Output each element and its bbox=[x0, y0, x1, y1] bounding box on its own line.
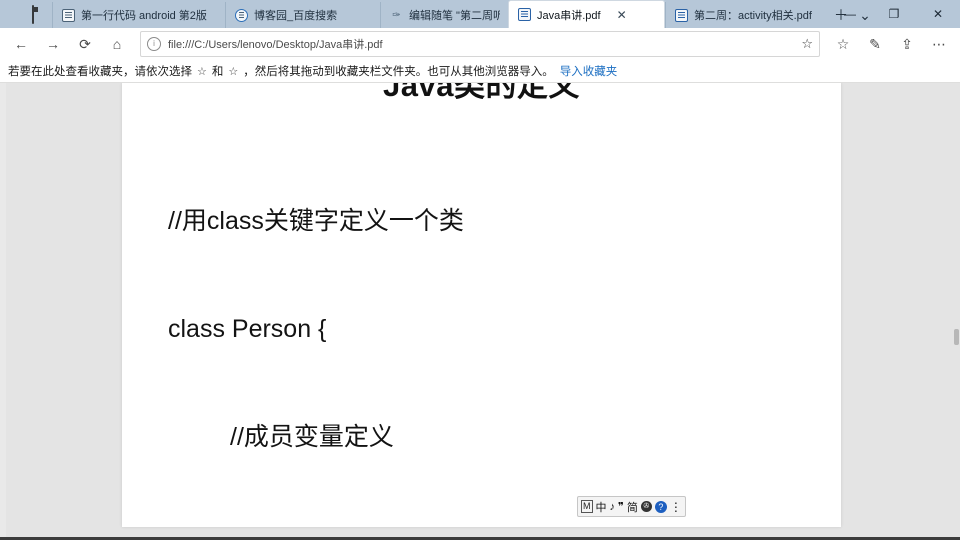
bookmarks-bar: 若要在此处查看收藏夹，请依次选择 ☆ 和 ☆ ，然后将其拖动到收藏夹栏文件夹。也… bbox=[0, 60, 960, 83]
pdf-icon bbox=[518, 8, 531, 21]
pdf-slide-title: Java类的定义 bbox=[383, 83, 580, 103]
tab-label: 编辑随笔 "第二周听课总结 bbox=[409, 10, 500, 22]
refresh-button[interactable]: ⟳ bbox=[70, 30, 100, 58]
bookmarks-hint-text-1: 若要在此处查看收藏夹，请依次选择 bbox=[8, 66, 192, 78]
code-line: //用class关键字定义一个类 bbox=[168, 207, 464, 235]
share-icon[interactable]: ⇪ bbox=[892, 30, 922, 58]
bookmark-star-icon[interactable]: ☆ bbox=[801, 36, 813, 52]
close-window-button[interactable]: ✕ bbox=[916, 0, 960, 28]
ime-mode-badge[interactable]: M bbox=[581, 500, 593, 513]
toolbar-right-actions: ☆ ✎ ⇪ ⋯ bbox=[828, 30, 954, 58]
forward-button[interactable]: → bbox=[38, 30, 68, 58]
bookmarks-hint-text-2: ，然后将其拖动到收藏夹栏文件夹。也可从其他浏览器导入。 bbox=[243, 66, 554, 78]
tab-label: 博客园_百度搜索 bbox=[254, 10, 338, 22]
bookmarks-hint-and: 和 bbox=[211, 66, 224, 78]
ime-language-toggle[interactable]: 中 bbox=[596, 499, 607, 515]
tab-first-android-book[interactable]: 第一行代码 android 第2版 bbox=[52, 2, 225, 28]
ime-menu-icon[interactable]: ⋮ bbox=[670, 500, 682, 514]
viewer-left-gutter bbox=[0, 83, 6, 540]
ime-punctuation-icon[interactable]: ❞ bbox=[618, 500, 624, 513]
home-button[interactable]: ⌂ bbox=[102, 30, 132, 58]
address-bar[interactable]: i file:///C:/Users/lenovo/Desktop/Java串讲… bbox=[140, 31, 820, 57]
code-line: //成员变量定义 bbox=[230, 423, 394, 451]
pdf-viewer-content: Java类的定义 //用class关键字定义一个类 class Person {… bbox=[0, 83, 960, 540]
window-controls: — ❐ ✕ bbox=[828, 0, 960, 28]
tab-week2-activity-pdf[interactable]: 第二周：activity相关.pdf bbox=[665, 2, 825, 28]
ime-toolbox-icon[interactable]: ✇ bbox=[640, 501, 652, 512]
import-favorites-link[interactable]: 导入收藏夹 bbox=[560, 63, 618, 79]
tab-java-lecture-pdf[interactable]: Java串讲.pdf ✕ bbox=[508, 0, 665, 28]
back-button[interactable]: ← bbox=[6, 30, 36, 58]
ime-note-icon[interactable]: ♪ bbox=[610, 501, 616, 513]
scrollbar-thumb[interactable] bbox=[954, 329, 959, 345]
tab-aside-icon[interactable] bbox=[32, 5, 48, 24]
ime-script-toggle[interactable]: 简 bbox=[627, 499, 638, 515]
tab-label: Java串讲.pdf bbox=[537, 9, 601, 22]
browser-window: 第一行代码 android 第2版 博客园_百度搜索 ✑ 编辑随笔 "第二周听课… bbox=[0, 0, 960, 540]
ime-help-icon[interactable]: ? bbox=[654, 500, 667, 513]
tab-cnblogs-baidu-search[interactable]: 博客园_百度搜索 bbox=[225, 2, 380, 28]
pdf-page: Java类的定义 //用class关键字定义一个类 class Person {… bbox=[122, 83, 841, 527]
star-icon: ☆ bbox=[228, 65, 239, 78]
book-icon bbox=[62, 8, 75, 22]
maximize-button[interactable]: ❐ bbox=[872, 0, 916, 28]
screen: 第一行代码 android 第2版 博客园_百度搜索 ✑ 编辑随笔 "第二周听课… bbox=[0, 0, 960, 540]
favorites-list-icon: ☆ bbox=[197, 65, 207, 78]
tab-strip: 第一行代码 android 第2版 博客园_百度搜索 ✑ 编辑随笔 "第二周听课… bbox=[0, 0, 960, 28]
tab-label: 第二周：activity相关.pdf bbox=[694, 10, 812, 22]
settings-more-icon[interactable]: ⋯ bbox=[924, 30, 954, 58]
pdf-code-block: //用class关键字定义一个类 class Person { //成员变量定义… bbox=[168, 131, 831, 527]
tab-edit-note[interactable]: ✑ 编辑随笔 "第二周听课总结 bbox=[380, 2, 508, 28]
ime-toolbar[interactable]: M 中 ♪ ❞ 简 ✇ ? ⋮ bbox=[577, 496, 686, 517]
favorites-icon[interactable]: ☆ bbox=[828, 30, 858, 58]
note-pen-icon: ✑ bbox=[392, 9, 401, 21]
minimize-button[interactable]: — bbox=[828, 0, 872, 28]
pdf-icon bbox=[675, 8, 688, 22]
tab-overview-icon[interactable] bbox=[6, 6, 22, 22]
blog-icon bbox=[235, 8, 248, 22]
code-line: class Person { bbox=[168, 315, 327, 343]
tab-label: 第一行代码 android 第2版 bbox=[81, 10, 207, 22]
tab-list: 第一行代码 android 第2版 博客园_百度搜索 ✑ 编辑随笔 "第二周听课… bbox=[52, 0, 871, 28]
vertical-scrollbar[interactable] bbox=[954, 83, 960, 540]
url-input[interactable]: file:///C:/Users/lenovo/Desktop/Java串讲.p… bbox=[168, 36, 794, 52]
site-info-icon[interactable]: i bbox=[147, 37, 161, 51]
annotate-pen-icon[interactable]: ✎ bbox=[860, 30, 890, 58]
tabstrip-left-actions bbox=[0, 0, 52, 28]
close-icon[interactable]: ✕ bbox=[617, 9, 627, 21]
browser-toolbar: ← → ⟳ ⌂ i file:///C:/Users/lenovo/Deskto… bbox=[0, 28, 960, 60]
